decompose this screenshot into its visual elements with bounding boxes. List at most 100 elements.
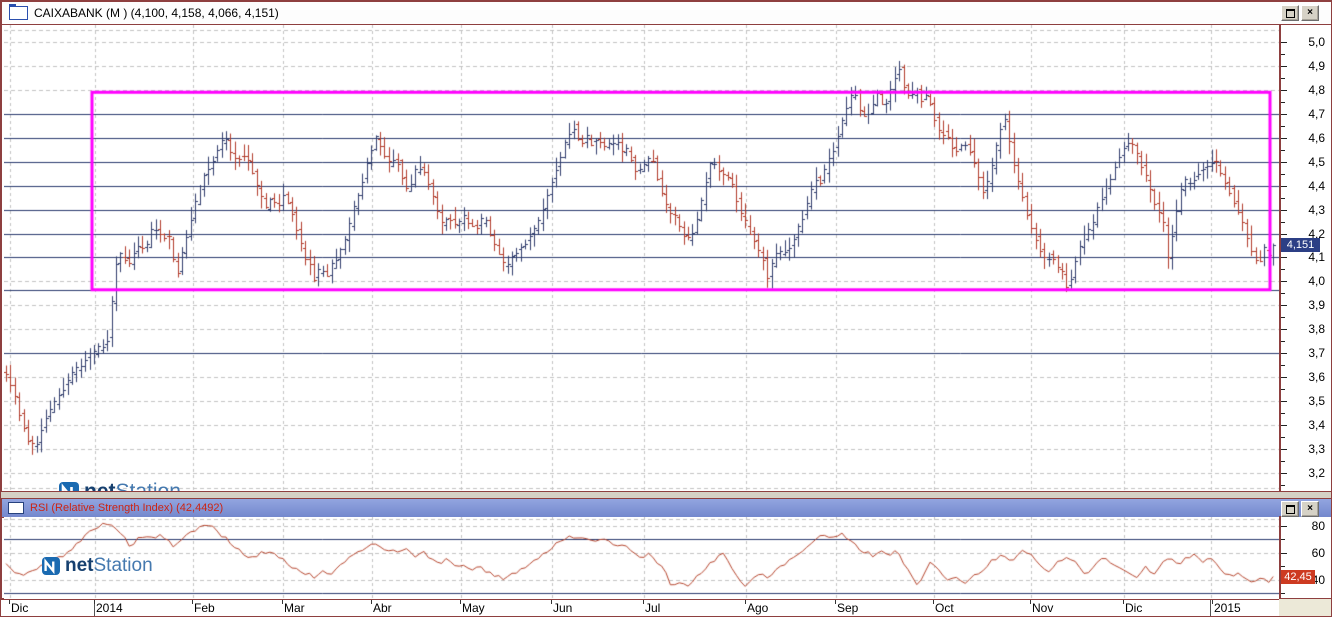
- time-axis-tick: [371, 600, 372, 604]
- time-axis-label: 2014: [96, 601, 123, 615]
- time-axis-tick: [1123, 600, 1124, 604]
- time-axis-label: Mar: [284, 601, 305, 615]
- price-chart-canvas[interactable]: [4, 25, 1279, 491]
- price-axis-label: 4,5: [1308, 155, 1325, 169]
- price-axis-minor-tick: [1281, 389, 1285, 390]
- price-axis-minor-tick: [1281, 485, 1285, 486]
- price-axis-tick: [1281, 210, 1287, 211]
- price-axis-tick: [1281, 138, 1287, 139]
- price-axis-minor-tick: [1281, 413, 1285, 414]
- price-axis-label: 3,8: [1308, 322, 1325, 336]
- chart-window-icon: [9, 4, 28, 20]
- price-axis-minor-tick: [1281, 174, 1285, 175]
- time-axis-label: Dic: [11, 601, 29, 615]
- price-axis-label: 4,3: [1308, 203, 1325, 217]
- time-axis[interactable]: Dic 2014 Feb Mar Abr May Jun Jul Ago Sep Oct Nov Dic…: [1, 599, 1279, 616]
- netstation-window: CAIXABANK (M ) (4,100, 4,158, 4,066, 4,1…: [0, 0, 1332, 617]
- price-axis-minor-tick: [1281, 269, 1285, 270]
- price-axis-minor-tick: [1281, 102, 1285, 103]
- time-axis-label: Nov: [1032, 601, 1054, 615]
- rsi-close-button[interactable]: ×: [1301, 501, 1319, 517]
- price-axis-tick: [1281, 353, 1287, 354]
- rsi-restore-button[interactable]: [1281, 501, 1299, 517]
- price-axis-tick: [1281, 377, 1287, 378]
- time-axis-label: Oct: [935, 601, 954, 615]
- price-axis-label: 4,9: [1308, 59, 1325, 73]
- price-axis-minor-tick: [1281, 222, 1285, 223]
- time-axis-tick: [94, 600, 95, 604]
- rsi-axis[interactable]: 80 60 40 42,45: [1281, 517, 1331, 597]
- price-axis-tick: [1281, 186, 1287, 187]
- rsi-axis-tick: [1281, 553, 1287, 554]
- price-chart-title: CAIXABANK (M ) (4,100, 4,158, 4,066, 4,1…: [34, 6, 279, 20]
- rsi-axis-tick: [1281, 593, 1285, 594]
- price-axis-label: 3,4: [1308, 418, 1325, 432]
- time-axis-tick: [192, 600, 193, 604]
- price-axis-label: 4,1: [1308, 250, 1325, 264]
- time-axis-tick: [282, 600, 283, 604]
- price-axis-minor-tick: [1281, 78, 1285, 79]
- last-price-label: 4,151: [1281, 238, 1320, 252]
- rsi-axis-tick: [1281, 526, 1287, 527]
- price-axis-label: 4,6: [1308, 131, 1325, 145]
- price-chart-titlebar[interactable]: CAIXABANK (M ) (4,100, 4,158, 4,066, 4,1…: [2, 2, 1331, 25]
- time-axis-label: Dic: [1125, 601, 1143, 615]
- time-axis-label: Abr: [373, 601, 392, 615]
- close-icon: ×: [1307, 7, 1313, 18]
- price-axis-label: 4,7: [1308, 107, 1325, 121]
- price-axis-minor-tick: [1281, 150, 1285, 151]
- price-axis-tick: [1281, 90, 1287, 91]
- rsi-plot[interactable]: netStation: [4, 517, 1279, 599]
- price-axis-label: 4,0: [1308, 274, 1325, 288]
- price-axis-tick: [1281, 401, 1287, 402]
- price-axis-label: 3,3: [1308, 442, 1325, 456]
- restore-icon: [1285, 8, 1295, 18]
- time-axis-tick: [933, 600, 934, 604]
- price-axis-minor-tick: [1281, 54, 1285, 55]
- time-axis-label: Feb: [194, 601, 215, 615]
- axis-corner: [1279, 599, 1331, 616]
- price-axis-label: 3,2: [1308, 466, 1325, 480]
- window-controls: ×: [1281, 5, 1319, 21]
- time-axis-label: Jun: [553, 601, 573, 615]
- time-axis-label: Jul: [645, 601, 661, 615]
- price-axis-label: 3,6: [1308, 370, 1325, 384]
- restore-button[interactable]: [1281, 5, 1299, 21]
- rsi-axis-tick: [1281, 566, 1285, 567]
- price-chart-plot[interactable]: netStation: [4, 25, 1279, 491]
- price-axis[interactable]: 5,0 4,9 4,8 4,7 4,6 4,5 4,4 4,3 4,2 4,1 4,0 3,9 3,8 3…: [1281, 25, 1331, 490]
- rsi-axis-tick: [1281, 539, 1285, 540]
- price-axis-tick: [1281, 305, 1287, 306]
- close-button[interactable]: ×: [1301, 5, 1319, 21]
- rsi-titlebar[interactable]: RSI (Relative Strength Index) (42,4492) …: [2, 499, 1331, 518]
- time-axis-tick: [9, 600, 10, 604]
- rsi-axis-label: 80: [1311, 519, 1325, 533]
- price-axis-label: 3,7: [1308, 346, 1325, 360]
- rsi-canvas[interactable]: [4, 517, 1279, 599]
- time-axis-tick: [835, 600, 836, 604]
- price-axis-tick: [1281, 473, 1287, 474]
- rsi-window-controls: ×: [1281, 501, 1319, 517]
- price-axis-tick: [1281, 329, 1287, 330]
- price-axis-tick: [1281, 162, 1287, 163]
- price-axis-tick: [1281, 449, 1287, 450]
- price-axis-label: 4,4: [1308, 179, 1325, 193]
- time-axis-label: Ago: [747, 601, 769, 615]
- rsi-title: RSI (Relative Strength Index) (42,4492): [30, 502, 224, 514]
- price-axis-minor-tick: [1281, 198, 1285, 199]
- year-separator: [1210, 600, 1211, 616]
- time-axis-tick: [460, 600, 461, 604]
- time-axis-tick: [1030, 600, 1031, 604]
- price-axis-tick: [1281, 66, 1287, 67]
- rsi-window-icon: [8, 502, 24, 514]
- price-axis-minor-tick: [1281, 461, 1285, 462]
- price-axis-tick: [1281, 257, 1287, 258]
- time-axis-label: 2015: [1214, 601, 1241, 615]
- close-icon: ×: [1307, 503, 1313, 514]
- rsi-indicator-panel: RSI (Relative Strength Index) (42,4492) …: [1, 498, 1331, 599]
- time-axis-label: Sep: [837, 601, 859, 615]
- price-axis-tick: [1281, 42, 1287, 43]
- rsi-axis-label: 60: [1311, 546, 1325, 560]
- restore-icon: [1285, 504, 1295, 514]
- price-axis-minor-tick: [1281, 437, 1285, 438]
